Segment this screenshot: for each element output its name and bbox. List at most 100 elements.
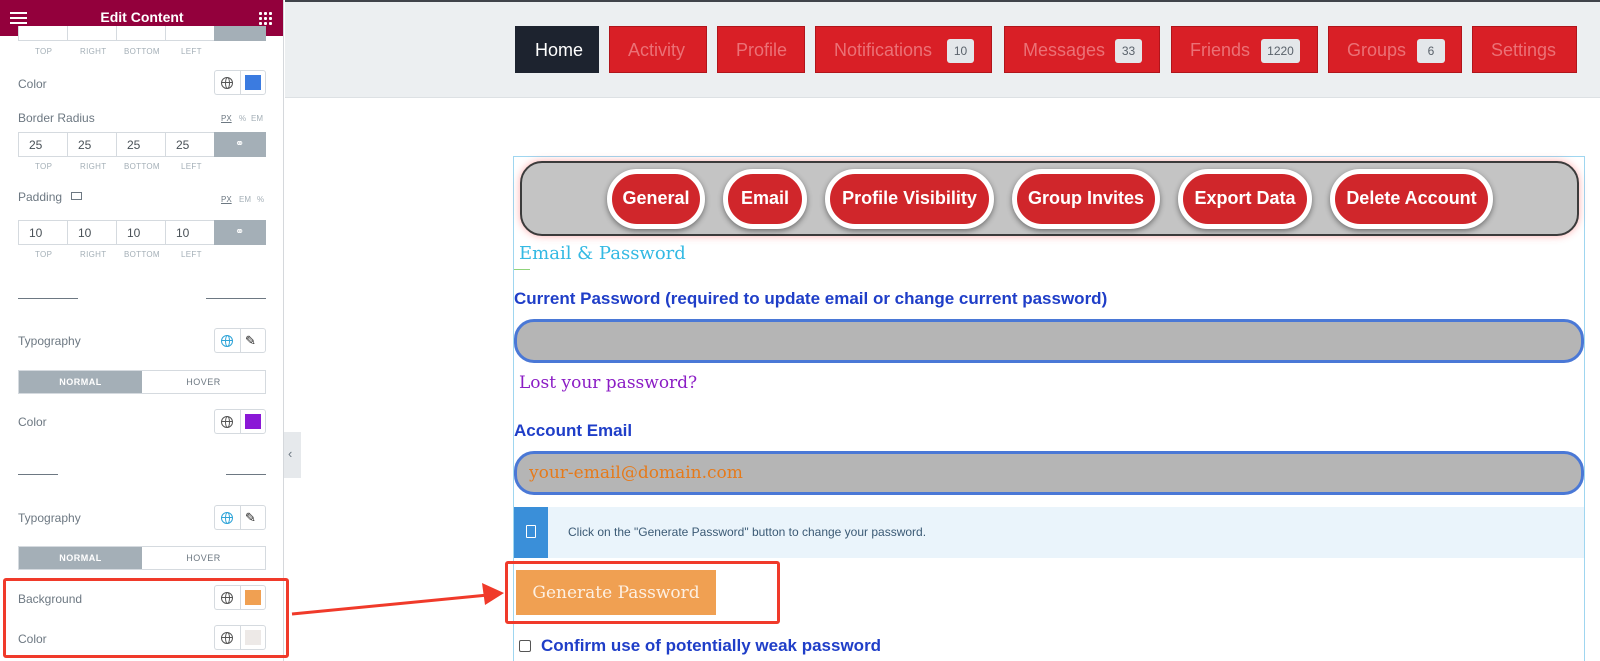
radius-left-input[interactable]: 25 xyxy=(165,132,214,157)
nav-messages[interactable]: Messages 33 xyxy=(1004,26,1160,73)
nav-friends[interactable]: Friends 1220 xyxy=(1171,26,1318,73)
weak-password-checkbox[interactable] xyxy=(519,640,531,652)
padding-inputs: 10 10 10 10 ⚭ xyxy=(18,220,266,245)
unit-percent[interactable]: % xyxy=(239,114,246,123)
widgets-grid-icon[interactable] xyxy=(258,11,272,25)
global-colors-button[interactable] xyxy=(214,409,240,434)
nav-label: Home xyxy=(535,40,584,60)
dim-label-left: LEFT xyxy=(181,47,202,56)
divider xyxy=(226,474,266,475)
nav-profile[interactable]: Profile xyxy=(717,26,805,73)
count-badge: 10 xyxy=(947,39,974,63)
radius-bottom-input[interactable]: 25 xyxy=(116,132,165,157)
radius-right-input[interactable]: 25 xyxy=(67,132,116,157)
subnav-export-data[interactable]: Export Data xyxy=(1178,169,1312,229)
tab-normal[interactable]: NORMAL xyxy=(19,547,142,569)
dim-label-right: RIGHT xyxy=(80,162,107,171)
global-colors-button[interactable] xyxy=(214,70,240,95)
link-values-button[interactable]: ⚭ xyxy=(214,220,266,245)
current-password-input[interactable] xyxy=(517,322,1581,360)
heading-underline xyxy=(514,269,530,270)
link-icon: ⚭ xyxy=(235,138,245,150)
state-tabs: NORMAL HOVER xyxy=(18,370,266,394)
typography-label: Typography xyxy=(18,334,81,348)
panel-collapse-handle[interactable]: ‹ xyxy=(284,432,301,478)
padding-right-input[interactable]: 10 xyxy=(67,220,116,245)
color-picker[interactable] xyxy=(240,70,266,95)
padding-left-input[interactable]: 10 xyxy=(165,220,214,245)
dim-label-top: TOP xyxy=(35,250,53,259)
dim-label-bottom: BOTTOM xyxy=(124,47,160,56)
padding-top-input[interactable]: 10 xyxy=(18,220,67,245)
border-radius-label: Border Radius xyxy=(18,111,95,125)
color-label: Color xyxy=(18,77,47,91)
globe-icon xyxy=(221,77,233,89)
annotation-highlight-button xyxy=(505,561,780,624)
annotation-highlight-panel xyxy=(3,578,289,658)
color-picker[interactable] xyxy=(240,409,266,434)
unit-em[interactable]: EM xyxy=(251,114,263,123)
edit-typography-button[interactable]: ✎ xyxy=(240,505,266,530)
subnav-email[interactable]: Email xyxy=(723,169,807,229)
info-icon xyxy=(526,525,536,538)
weak-password-row: Confirm use of potentially weak password xyxy=(519,636,881,656)
global-fonts-button[interactable] xyxy=(214,328,240,353)
dim-label-right: RIGHT xyxy=(80,47,107,56)
unit-px[interactable]: PX xyxy=(221,114,232,123)
state-tabs: NORMAL HOVER xyxy=(18,546,266,570)
nav-settings[interactable]: Settings xyxy=(1472,26,1577,73)
chevron-left-icon: ‹ xyxy=(288,446,293,461)
nav-label: Notifications xyxy=(834,40,933,60)
dim-label-top: TOP xyxy=(35,47,53,56)
info-notice: Click on the "Generate Password" button … xyxy=(514,507,1584,558)
pencil-icon: ✎ xyxy=(245,510,256,525)
section-heading: Email & Password xyxy=(519,243,686,264)
divider xyxy=(18,474,58,475)
nav-groups[interactable]: Groups 6 xyxy=(1328,26,1462,73)
unit-percent[interactable]: % xyxy=(257,195,264,204)
dim-left-input[interactable] xyxy=(165,26,214,41)
nav-activity[interactable]: Activity xyxy=(609,26,707,73)
count-badge: 6 xyxy=(1417,39,1445,63)
dim-right-input[interactable] xyxy=(67,26,116,41)
dim-label-left: LEFT xyxy=(181,250,202,259)
border-radius-inputs: 25 25 25 25 ⚭ xyxy=(18,132,266,157)
divider xyxy=(206,298,266,299)
radius-top-input[interactable]: 25 xyxy=(18,132,67,157)
current-password-label: Current Password (required to update ema… xyxy=(514,289,1108,308)
color-label: Color xyxy=(18,415,47,429)
arrow-head xyxy=(482,583,504,605)
link-icon: ⚭ xyxy=(235,226,245,238)
notice-text: Click on the "Generate Password" button … xyxy=(568,525,927,539)
tab-normal[interactable]: NORMAL xyxy=(19,371,142,393)
subnav-group-invites[interactable]: Group Invites xyxy=(1012,169,1160,229)
account-email-label: Account Email xyxy=(514,421,633,440)
unit-em[interactable]: EM xyxy=(239,195,251,204)
tab-hover[interactable]: HOVER xyxy=(142,371,265,393)
dim-top-input[interactable] xyxy=(18,26,67,41)
divider xyxy=(18,298,78,299)
padding-bottom-input[interactable]: 10 xyxy=(116,220,165,245)
count-badge: 1220 xyxy=(1261,39,1300,63)
nav-home[interactable]: Home xyxy=(515,26,599,73)
link-values-button[interactable] xyxy=(214,26,266,41)
subnav-delete-account[interactable]: Delete Account xyxy=(1330,169,1493,229)
link-values-button[interactable]: ⚭ xyxy=(214,132,266,157)
edit-typography-button[interactable]: ✎ xyxy=(240,328,266,353)
lost-password-link[interactable]: Lost your password? xyxy=(519,373,697,393)
subnav-profile-visibility[interactable]: Profile Visibility xyxy=(825,169,994,229)
desktop-icon[interactable] xyxy=(71,192,82,200)
globe-icon xyxy=(221,416,233,428)
globe-icon xyxy=(221,512,233,524)
dim-bottom-input[interactable] xyxy=(116,26,165,41)
account-email-input[interactable] xyxy=(517,454,1581,492)
nav-notifications[interactable]: Notifications 10 xyxy=(815,26,992,73)
tab-hover[interactable]: HOVER xyxy=(142,547,265,569)
subnav-general[interactable]: General xyxy=(607,169,705,229)
typography-control: ✎ xyxy=(214,505,266,530)
unit-px[interactable]: PX xyxy=(221,195,232,204)
global-fonts-button[interactable] xyxy=(214,505,240,530)
color-swatch xyxy=(245,75,261,90)
weak-password-label: Confirm use of potentially weak password xyxy=(541,636,882,655)
editor-panel: Edit Content TOP RIGHT BOTTOM LEFT Color… xyxy=(0,0,284,661)
